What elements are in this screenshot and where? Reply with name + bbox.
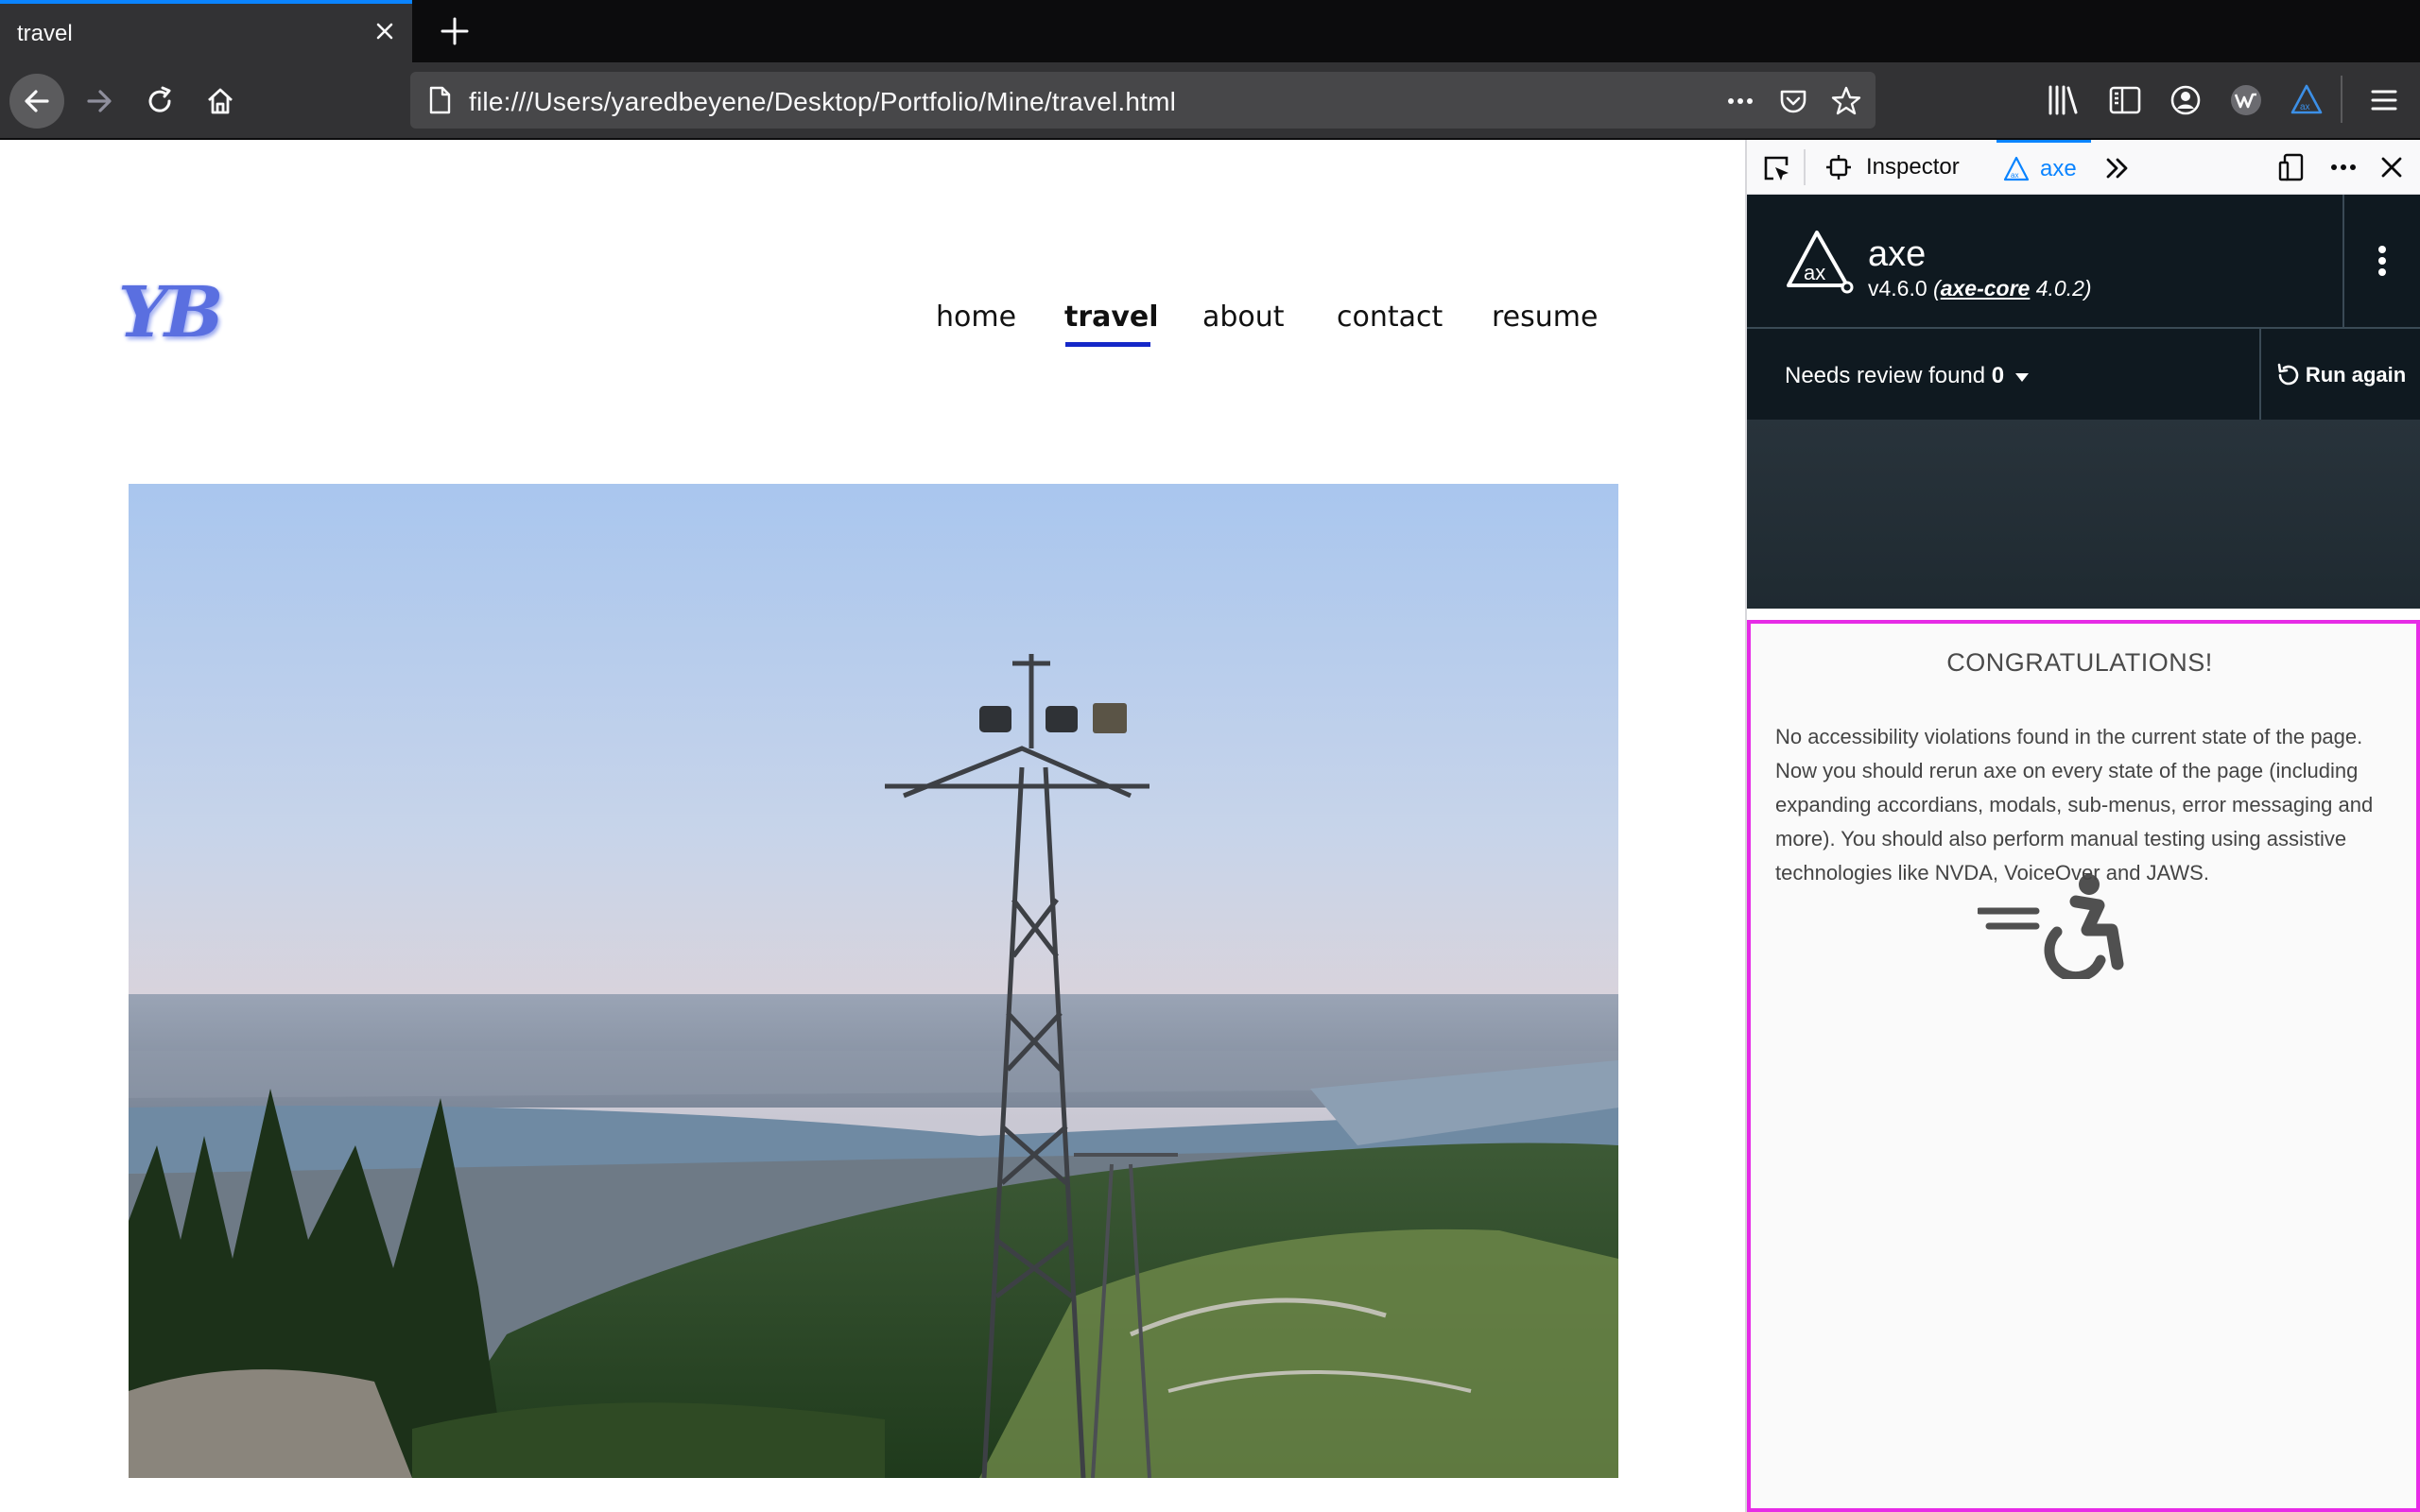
nav-link-home[interactable]: home <box>936 301 1016 334</box>
bookmark-star-icon[interactable] <box>1830 85 1862 117</box>
forward-arrow-icon <box>87 90 112 112</box>
tab-inspector-label: Inspector <box>1866 154 1960 180</box>
sidebar-icon[interactable] <box>2106 81 2144 119</box>
axe-separator <box>1747 420 2420 609</box>
congratulations-heading: CONGRATULATIONS! <box>1946 648 2213 677</box>
home-button[interactable] <box>193 74 248 129</box>
hero-photo <box>129 484 1618 1478</box>
nav-link-about[interactable]: about <box>1202 301 1285 334</box>
nav-link-contact[interactable]: contact <box>1337 301 1443 334</box>
forward-button[interactable] <box>72 74 127 129</box>
home-icon <box>208 88 233 114</box>
tab-inspector[interactable]: Inspector <box>1824 140 1960 195</box>
tab-strip: travel <box>0 0 2420 62</box>
tab-axe[interactable]: ax axe <box>1996 140 2091 195</box>
axe-tab-icon: ax <box>2003 156 2030 180</box>
close-tab-icon[interactable] <box>371 17 399 45</box>
axe-extension-version: v4.6.0 <box>1868 276 1927 301</box>
page-actions-icon[interactable] <box>1724 85 1756 117</box>
back-arrow-icon <box>25 90 49 112</box>
tab-axe-label: axe <box>2040 155 2077 181</box>
axe-results-bar: Needs review found 0 Run again <box>1747 327 2420 421</box>
nav-link-travel[interactable]: travel <box>1064 301 1159 334</box>
congratulations-message: No accessibility violations found in the… <box>1775 725 2374 885</box>
axe-title: axe <box>1868 234 1927 274</box>
more-tools-chevron-icon[interactable] <box>2102 153 2133 183</box>
reload-button[interactable] <box>132 74 187 129</box>
axe-core-version: 4.0.2 <box>2035 276 2084 301</box>
axe-header: ax axe v4.6.0 (axe-core 4.0.2) <box>1747 195 2420 327</box>
needs-review-dropdown[interactable]: Needs review found 0 <box>1785 363 2030 389</box>
axe-menu-button[interactable] <box>2342 195 2420 327</box>
responsive-design-icon[interactable] <box>2276 151 2308 183</box>
library-icon[interactable] <box>2044 81 2082 119</box>
navigation-toolbar: file:///Users/yaredbeyene/Desktop/Portfo… <box>0 62 2420 140</box>
back-button[interactable] <box>9 74 64 129</box>
axe-extension-icon[interactable]: ax <box>2288 81 2325 119</box>
extension-icon[interactable] <box>2227 81 2265 119</box>
needs-review-label: Needs review found <box>1785 363 1986 388</box>
reload-icon <box>148 86 171 112</box>
element-picker-icon[interactable] <box>1760 152 1792 184</box>
kebab-menu-icon <box>2378 246 2386 276</box>
axe-version: v4.6.0 (axe-core 4.0.2) <box>1868 276 2092 301</box>
axe-core-link[interactable]: axe-core <box>1941 276 2031 301</box>
account-icon[interactable] <box>2167 81 2204 119</box>
tab-title: travel <box>17 21 73 46</box>
svg-text:ax: ax <box>2011 171 2018 180</box>
site-logo[interactable]: YB <box>118 272 223 353</box>
web-page: YB home travel about contact resume <box>0 140 1745 1512</box>
svg-text:ax: ax <box>1804 261 1825 284</box>
devtools-panel: Inspector ax axe ax axe v4.6.0 (axe-core… <box>1745 140 2420 1512</box>
refresh-icon <box>2277 363 2299 386</box>
run-again-button[interactable]: Run again <box>2259 329 2420 421</box>
browser-tab[interactable]: travel <box>0 0 412 62</box>
caret-down-icon <box>2014 373 2029 382</box>
devtools-toolbar: Inspector ax axe <box>1747 140 2420 195</box>
close-devtools-icon[interactable] <box>2377 152 2407 182</box>
axe-logo-icon: ax <box>1787 231 1854 294</box>
menu-icon[interactable] <box>2365 81 2403 119</box>
url-text[interactable]: file:///Users/yaredbeyene/Desktop/Portfo… <box>469 87 1176 117</box>
active-nav-underline <box>1065 342 1150 347</box>
nav-link-resume[interactable]: resume <box>1492 301 1598 334</box>
page-icon <box>429 86 451 114</box>
pocket-icon[interactable] <box>1777 85 1809 117</box>
inspector-icon <box>1826 155 1851 180</box>
address-bar[interactable]: file:///Users/yaredbeyene/Desktop/Portfo… <box>410 72 1876 129</box>
devtools-options-icon[interactable] <box>2327 151 2360 183</box>
new-tab-icon[interactable] <box>437 13 473 49</box>
needs-review-count: 0 <box>1991 363 2005 388</box>
toolbar-divider <box>2341 76 2342 123</box>
run-again-label: Run again <box>2305 363 2407 387</box>
toolbar-divider <box>1804 149 1806 185</box>
svg-text:ax: ax <box>2300 102 2310 112</box>
